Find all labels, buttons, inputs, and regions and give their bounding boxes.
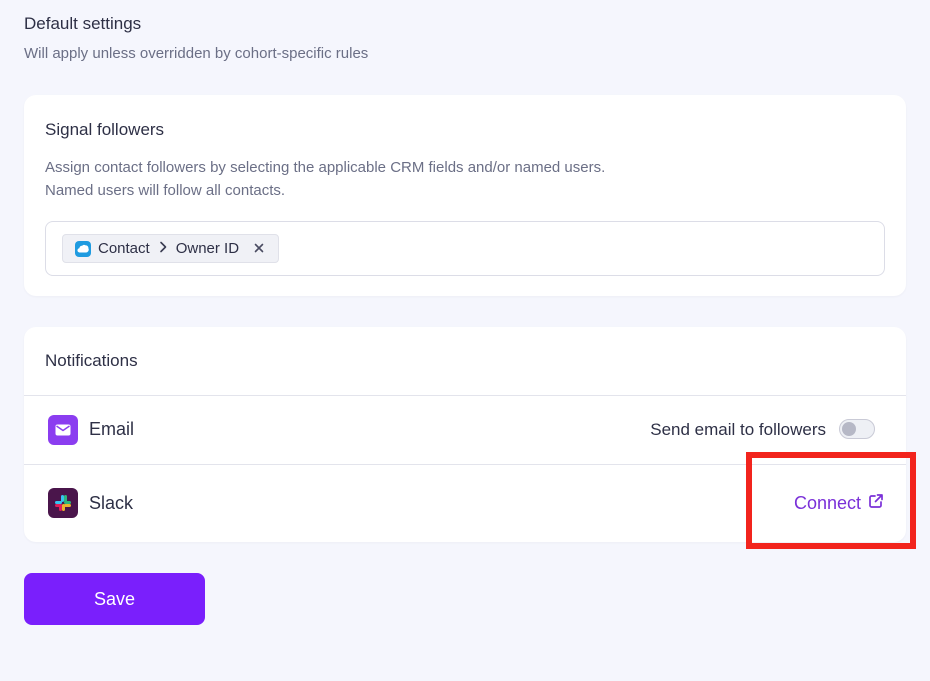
save-button[interactable]: Save [24, 573, 205, 625]
signal-followers-title: Signal followers [45, 120, 165, 139]
divider [24, 395, 906, 396]
settings-page: Default settings Will apply unless overr… [0, 0, 930, 681]
signal-followers-card: Signal followers Assign contact follower… [24, 95, 906, 296]
salesforce-icon [75, 240, 91, 257]
chevron-right-icon [159, 240, 167, 257]
email-icon [48, 415, 78, 445]
email-label: Email [89, 419, 135, 439]
highlight-annotation [746, 452, 916, 549]
chip-object-label: Contact [98, 240, 150, 257]
signal-followers-description: Assign contact followers by selecting th… [45, 156, 605, 202]
description-line-2: Named users will follow all contacts. [45, 182, 286, 199]
page-title: Default settings [24, 14, 142, 33]
followers-input[interactable]: Contact Owner ID [45, 221, 885, 276]
send-email-toggle-label: Send email to followers [650, 420, 826, 439]
page-subtitle: Will apply unless overridden by cohort-s… [24, 45, 369, 62]
slack-icon [48, 488, 78, 518]
follower-chip[interactable]: Contact Owner ID [62, 234, 280, 263]
chip-field-label: Owner ID [175, 240, 240, 257]
send-email-toggle[interactable] [839, 419, 875, 439]
description-line-1: Assign contact followers by selecting th… [45, 159, 606, 176]
close-icon[interactable] [254, 240, 264, 258]
notifications-title: Notifications [45, 351, 138, 370]
toggle-knob [842, 422, 856, 436]
slack-label: Slack [89, 493, 134, 513]
